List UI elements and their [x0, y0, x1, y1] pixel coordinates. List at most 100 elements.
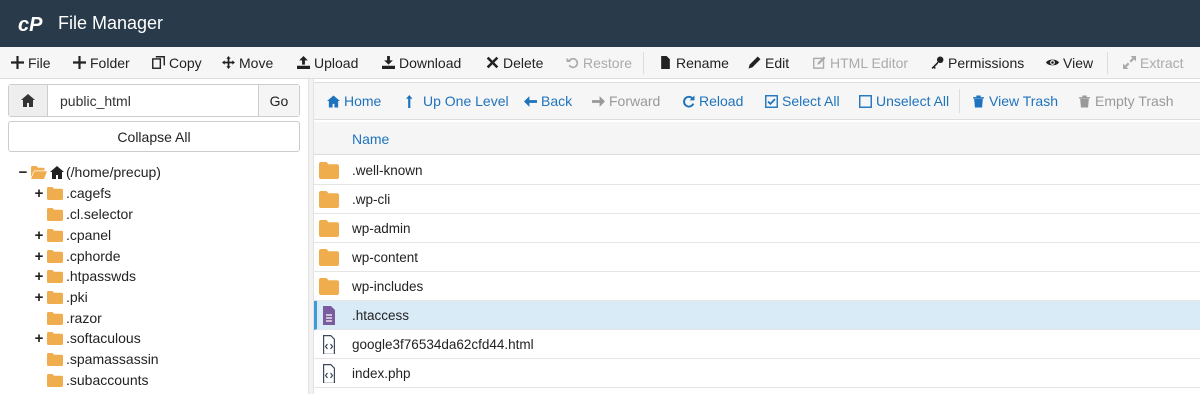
copy-label: Copy — [169, 54, 202, 71]
reload-button[interactable]: Reload — [682, 83, 743, 119]
folder-icon — [47, 290, 63, 304]
collapse-icon[interactable]: − — [17, 165, 29, 180]
file-name: index.php — [352, 366, 411, 381]
tree-folder-node[interactable]: + .htpasswds — [33, 266, 136, 286]
empty-trash-label: Empty Trash — [1095, 93, 1174, 109]
back-button[interactable]: Back — [524, 83, 572, 119]
plus-icon — [11, 56, 24, 69]
tree-node-label: .cl.selector — [66, 206, 133, 222]
tree-folder-node[interactable]: .subaccounts — [33, 370, 149, 390]
delete-label: Delete — [503, 54, 544, 71]
tree-node-label: .subaccounts — [66, 372, 149, 388]
file-name: wp-content — [352, 250, 419, 265]
tree-root-node[interactable]: − (/home/precup) — [17, 162, 161, 182]
move-button[interactable]: Move — [222, 47, 273, 78]
view-button[interactable]: View — [1046, 47, 1093, 78]
file-row[interactable]: wp-admin — [314, 214, 1200, 243]
folder-icon — [319, 220, 339, 237]
unselect-all-button[interactable]: Unselect All — [859, 83, 949, 119]
plus-icon — [73, 56, 86, 69]
key-icon — [931, 56, 944, 69]
empty-trash-button[interactable]: Empty Trash — [1078, 83, 1174, 119]
rename-button[interactable]: Rename — [659, 47, 729, 78]
new-folder-label: Folder — [90, 54, 130, 71]
tree-folder-node[interactable]: .spamassassin — [33, 349, 159, 369]
expand-icon[interactable]: + — [33, 331, 45, 346]
tree-folder-node[interactable]: + .cagefs — [33, 183, 112, 203]
up-one-level-button[interactable]: Up One Level — [406, 83, 509, 119]
home-button[interactable]: Home — [327, 83, 381, 119]
code-file-icon — [323, 364, 335, 383]
code-file-icon — [323, 335, 335, 354]
copy-button[interactable]: Copy — [152, 47, 202, 78]
file-row[interactable]: google3f76534da62cfd44.html — [314, 330, 1200, 359]
folder-icon — [47, 269, 63, 283]
tree-node-label: (/home/precup) — [66, 164, 161, 180]
html-editor-button[interactable]: HTML Editor — [813, 47, 908, 78]
upload-icon — [297, 56, 310, 69]
tree-folder-node[interactable]: + .softaculous — [33, 328, 141, 348]
folder-icon — [319, 249, 339, 266]
file-row[interactable]: wp-content — [314, 243, 1200, 272]
tree-folder-node[interactable]: + .cphorde — [33, 246, 121, 266]
unselect-all-label: Unselect All — [876, 93, 950, 109]
path-input[interactable] — [49, 85, 267, 116]
checkbox-empty-icon — [859, 94, 872, 108]
expand-icon[interactable]: + — [33, 249, 45, 264]
app-header: cP File Manager — [0, 0, 1200, 47]
arrow-right-icon — [592, 95, 605, 107]
close-x-icon — [486, 56, 499, 69]
select-all-button[interactable]: Select All — [765, 83, 840, 119]
download-button[interactable]: Download — [382, 47, 461, 78]
file-name: .well-known — [352, 163, 423, 178]
file-name: .wp-cli — [352, 192, 391, 207]
collapse-all-button[interactable]: Collapse All — [8, 121, 300, 152]
expand-icon[interactable]: + — [33, 269, 45, 284]
permissions-label: Permissions — [948, 54, 1025, 71]
html-editor-label: HTML Editor — [830, 54, 909, 71]
cpanel-logo-icon: cP — [18, 14, 43, 35]
tree-folder-node[interactable]: .cl.selector — [33, 204, 133, 224]
download-icon — [382, 56, 395, 69]
arrow-left-icon — [524, 95, 537, 107]
file-row[interactable]: .wp-cli — [314, 185, 1200, 214]
name-column-header[interactable]: Name — [352, 131, 389, 147]
folder-icon — [47, 311, 63, 325]
file-name: wp-admin — [352, 221, 411, 236]
new-folder-button[interactable]: Folder — [73, 47, 130, 78]
permissions-button[interactable]: Permissions — [931, 47, 1024, 78]
delete-button[interactable]: Delete — [486, 47, 543, 78]
file-row[interactable]: .well-known — [314, 156, 1200, 185]
view-trash-button[interactable]: View Trash — [972, 83, 1058, 119]
edit-button[interactable]: Edit — [748, 47, 789, 78]
extract-button[interactable]: Extract — [1123, 47, 1184, 78]
file-row[interactable]: index.php — [314, 359, 1200, 388]
toolbar-divider — [643, 52, 644, 74]
go-button[interactable]: Go — [258, 85, 299, 116]
restore-button[interactable]: Restore — [566, 47, 632, 78]
folder-icon — [47, 228, 63, 242]
forward-button[interactable]: Forward — [592, 83, 660, 119]
expand-icon[interactable]: + — [33, 228, 45, 243]
path-home-button[interactable] — [9, 85, 48, 116]
edit-label: Edit — [765, 54, 790, 71]
expand-icon[interactable]: + — [33, 290, 45, 305]
new-file-button[interactable]: File — [11, 47, 51, 78]
file-row[interactable]: wp-includes — [314, 272, 1200, 301]
home-label: Home — [344, 93, 382, 109]
upload-button[interactable]: Upload — [297, 47, 358, 78]
tree-folder-node[interactable]: + .cpanel — [33, 225, 112, 245]
move-arrows-icon — [222, 56, 235, 69]
refresh-icon — [683, 95, 695, 108]
checkbox-checked-icon — [765, 94, 778, 108]
file-list: Name .well-known .wp-cli wp-admin wp-conten… — [314, 122, 1200, 394]
tree-folder-node[interactable]: .razor — [33, 308, 102, 328]
home-icon — [50, 165, 64, 179]
expand-icon[interactable]: + — [33, 186, 45, 201]
folder-icon — [47, 331, 63, 345]
expand-arrows-icon — [1123, 56, 1136, 69]
folder-open-icon — [31, 165, 47, 179]
tree-folder-node[interactable]: + .pki — [33, 287, 88, 307]
file-row[interactable]: .htaccess — [314, 301, 1200, 330]
file-list-header: Name — [314, 122, 1200, 155]
